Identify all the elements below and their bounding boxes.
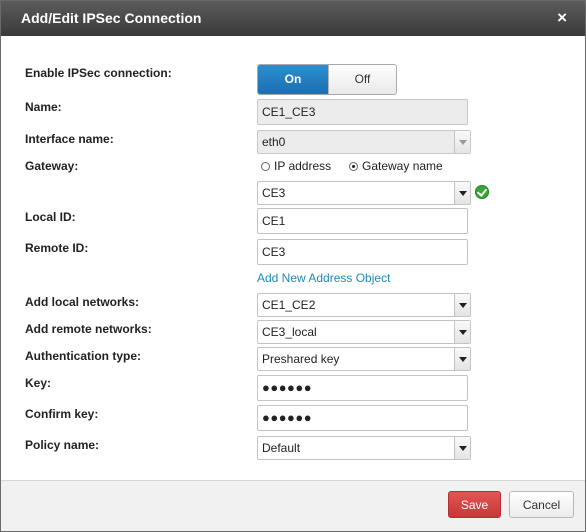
chevron-down-icon [454,437,470,459]
local-id-label: Local ID: [25,210,76,224]
auth-type-select[interactable]: Preshared key [257,347,471,371]
gateway-ip-label: IP address [274,159,332,173]
gateway-name-radio[interactable]: Gateway name [349,159,443,173]
confirm-key-field[interactable]: ●●●●●● [257,405,468,431]
interface-label: Interface name: [25,132,114,146]
chevron-down-icon [454,131,470,153]
gateway-ip-radio[interactable]: IP address [261,159,331,173]
local-networks-select[interactable]: CE1_CE2 [257,293,471,317]
radio-selected-icon [349,162,358,171]
enable-toggle[interactable]: On Off [257,64,397,95]
local-id-value: CE1 [262,214,286,228]
cancel-button[interactable]: Cancel [509,491,574,518]
remote-id-value: CE3 [262,245,286,259]
local-networks-value: CE1_CE2 [262,298,316,312]
key-label: Key: [25,376,52,390]
ipsec-dialog: Add/Edit IPSec Connection × Enable IPSec… [0,0,586,532]
remote-networks-label: Add remote networks: [25,322,152,336]
remote-networks-select[interactable]: CE3_local [257,320,471,344]
dialog-titlebar: Add/Edit IPSec Connection × [1,1,585,36]
save-button[interactable]: Save [448,491,501,518]
add-address-object-link[interactable]: Add New Address Object [257,271,390,285]
close-icon[interactable]: × [557,9,567,27]
check-circle-icon [475,185,489,199]
local-networks-label: Add local networks: [25,295,140,309]
policy-label: Policy name: [25,438,100,452]
remote-id-field[interactable]: CE3 [257,239,468,265]
name-label: Name: [25,100,62,114]
chevron-down-icon [454,321,470,343]
policy-select[interactable]: Default [257,436,471,460]
key-field[interactable]: ●●●●●● [257,375,468,401]
confirm-key-value: ●●●●●● [262,410,313,425]
enable-label: Enable IPSec connection: [25,66,172,80]
chevron-down-icon [454,294,470,316]
toggle-on-button[interactable]: On [258,65,328,94]
dialog-title: Add/Edit IPSec Connection [21,10,202,26]
gateway-select[interactable]: CE3 [257,181,471,205]
auth-type-value: Preshared key [262,352,340,366]
local-id-field[interactable]: CE1 [257,208,468,234]
interface-value: eth0 [262,135,286,149]
toggle-off-button[interactable]: Off [328,65,396,94]
chevron-down-icon [454,348,470,370]
gateway-name-label: Gateway name [362,159,443,173]
policy-value: Default [262,441,301,455]
remote-networks-value: CE3_local [262,325,317,339]
key-value: ●●●●●● [262,380,313,395]
radio-unselected-icon [261,162,270,171]
name-value: CE1_CE3 [262,105,316,119]
name-field[interactable]: CE1_CE3 [257,99,468,125]
chevron-down-icon [454,182,470,204]
confirm-key-label: Confirm key: [25,407,99,421]
auth-type-label: Authentication type: [25,349,141,363]
gateway-value: CE3 [262,186,286,200]
interface-select[interactable]: eth0 [257,130,471,154]
gateway-label: Gateway: [25,159,79,173]
remote-id-label: Remote ID: [25,241,89,255]
